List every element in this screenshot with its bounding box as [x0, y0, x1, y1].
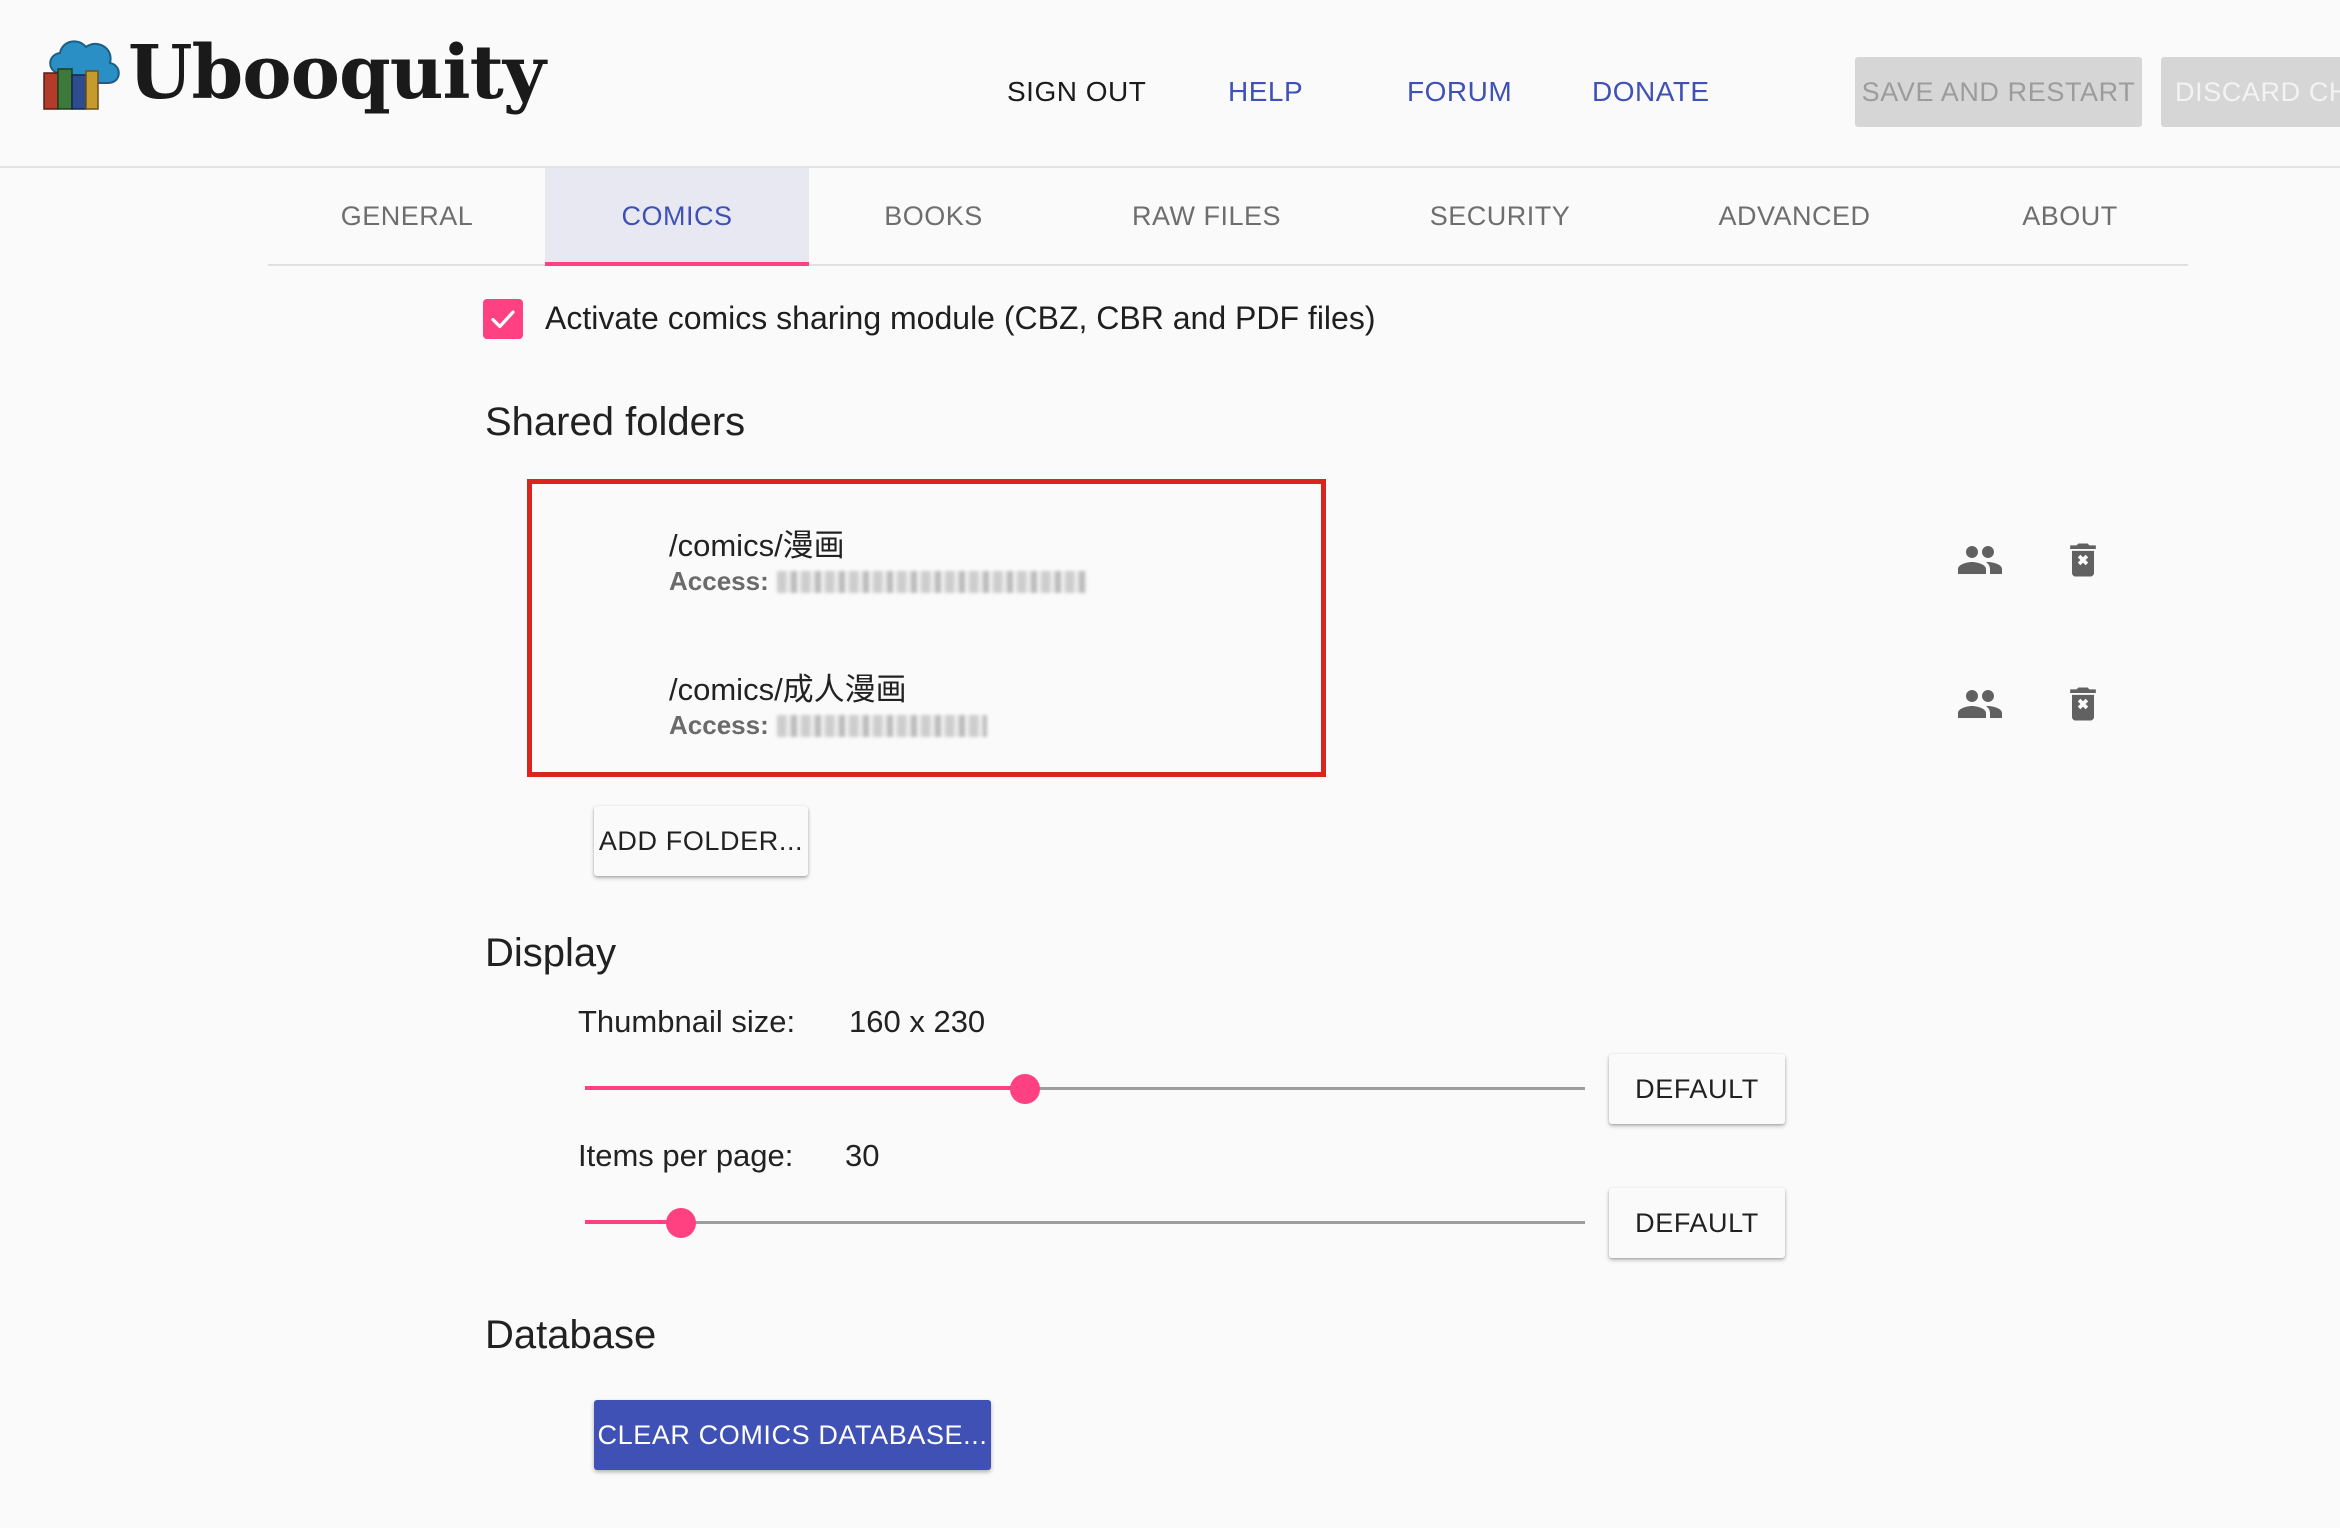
app-header: Ubooquity SIGN OUT HELP FORUM DONATE SAV…: [0, 0, 2340, 168]
folder-access-label: Access:: [669, 566, 769, 596]
tab-comics[interactable]: COMICS: [545, 168, 809, 266]
people-icon: [1958, 690, 2002, 718]
people-icon: [1958, 546, 2002, 574]
cloud-books-logo-icon: [43, 40, 120, 110]
folder-access: Access:: [669, 710, 987, 741]
display-title: Display: [485, 931, 617, 975]
tab-security[interactable]: SECURITY: [1355, 168, 1645, 264]
tab-books[interactable]: BOOKS: [809, 168, 1058, 264]
logo-text: Ubooquity: [128, 30, 546, 116]
shared-folders-title: Shared folders: [485, 400, 746, 444]
donate-link[interactable]: DONATE: [1592, 76, 1710, 108]
add-folder-button[interactable]: ADD FOLDER...: [594, 806, 808, 876]
activate-comics-checkbox[interactable]: [483, 299, 523, 339]
delete-icon: [2070, 543, 2096, 577]
items-per-page-slider[interactable]: [585, 1208, 1585, 1238]
folder-access: Access:: [669, 566, 1087, 597]
redacted-access-value: [776, 570, 1087, 593]
logo: Ubooquity: [38, 30, 546, 116]
thumbnail-size-label: Thumbnail size:: [578, 1004, 796, 1039]
check-icon: [491, 310, 515, 329]
tab-general[interactable]: GENERAL: [268, 168, 546, 264]
thumbnail-size-slider[interactable]: [585, 1074, 1585, 1104]
slider-handle[interactable]: [1010, 1074, 1040, 1104]
thumbnail-size-value: 160 x 230: [849, 1004, 986, 1039]
slider-handle[interactable]: [666, 1208, 696, 1238]
slider-fill: [585, 1086, 1025, 1090]
items-default-button[interactable]: DEFAULT: [1609, 1188, 1785, 1258]
tab-raw-files[interactable]: RAW FILES: [1058, 168, 1355, 264]
save-and-restart-button[interactable]: SAVE AND RESTART: [1855, 57, 2142, 127]
redacted-access-value: [776, 714, 987, 737]
folder-permissions-button[interactable]: [1952, 676, 2008, 732]
folder-delete-button[interactable]: [2055, 532, 2111, 588]
clear-comics-database-button[interactable]: CLEAR COMICS DATABASE...: [594, 1400, 991, 1470]
folder-path: /comics/漫画: [669, 528, 845, 563]
slider-track: [585, 1221, 1585, 1224]
database-title: Database: [485, 1313, 657, 1357]
sign-out-link[interactable]: SIGN OUT: [1007, 76, 1146, 108]
folder-path: /comics/成人漫画: [669, 672, 907, 707]
folder-permissions-button[interactable]: [1952, 532, 2008, 588]
thumbnail-default-button[interactable]: DEFAULT: [1609, 1054, 1785, 1124]
tab-about[interactable]: ABOUT: [1944, 168, 2196, 264]
forum-link[interactable]: FORUM: [1407, 76, 1512, 108]
delete-icon: [2070, 687, 2096, 721]
folder-delete-button[interactable]: [2055, 676, 2111, 732]
help-link[interactable]: HELP: [1228, 76, 1303, 108]
activate-comics-label: Activate comics sharing module (CBZ, CBR…: [545, 300, 1376, 336]
settings-tabs: GENERAL COMICS BOOKS RAW FILES SECURITY …: [268, 168, 2188, 266]
items-per-page-label: Items per page:: [578, 1138, 794, 1173]
items-per-page-value: 30: [845, 1138, 880, 1173]
discard-changes-button[interactable]: DISCARD CHANGES: [2161, 57, 2340, 127]
folder-access-label: Access:: [669, 710, 769, 740]
tab-advanced[interactable]: ADVANCED: [1645, 168, 1944, 264]
